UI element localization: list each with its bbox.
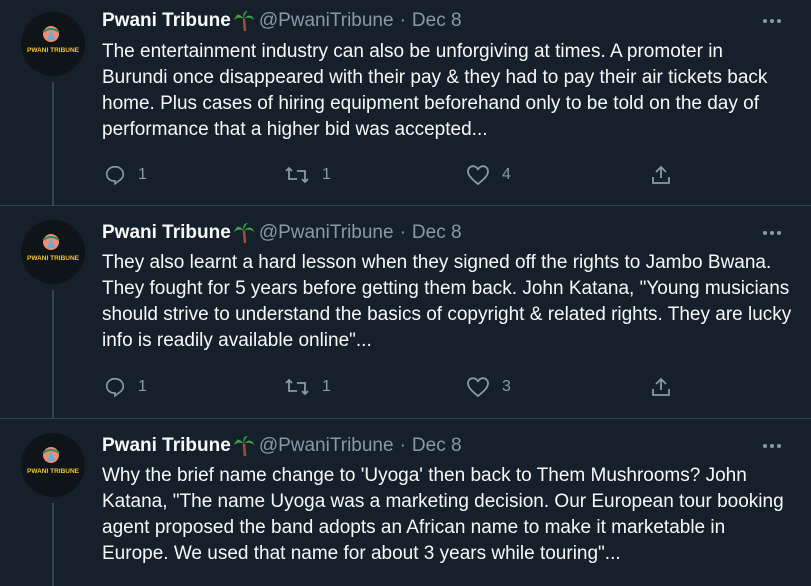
avatar[interactable]: PWANI TRIBUNE [21, 12, 85, 76]
timeline-feed: PWANI TRIBUNE Pwani Tribune @PwaniTribun… [0, 0, 811, 586]
retweet-button[interactable]: 1 [284, 160, 331, 190]
author-name[interactable]: Pwani Tribune [102, 10, 231, 32]
author-handle[interactable]: @PwaniTribune [259, 222, 394, 244]
tweet-actions: 1 1 4 [102, 160, 692, 190]
tweet-header: Pwani Tribune @PwaniTribune · Dec 8 [102, 434, 462, 458]
reply-count: 1 [138, 166, 147, 183]
separator: · [399, 222, 406, 243]
reply-button[interactable]: 1 [104, 372, 147, 402]
more-icon[interactable] [761, 223, 783, 243]
svg-text:PWANI TRIBUNE: PWANI TRIBUNE [27, 255, 80, 262]
author-handle[interactable]: @PwaniTribune [259, 435, 394, 457]
thread-line [52, 290, 54, 419]
like-icon [467, 165, 489, 186]
svg-text:PWANI TRIBUNE: PWANI TRIBUNE [27, 468, 80, 475]
share-icon [652, 165, 670, 184]
more-icon[interactable] [761, 11, 783, 31]
tweet-3[interactable]: PWANI TRIBUNE Pwani Tribune @PwaniTribun… [0, 419, 811, 586]
thread-line [52, 82, 54, 206]
pwani-tribune-logo: PWANI TRIBUNE [21, 12, 85, 76]
reply-count: 1 [138, 378, 147, 395]
retweet-icon [285, 378, 309, 396]
tweet-2[interactable]: PWANI TRIBUNE Pwani Tribune @PwaniTribun… [0, 206, 811, 419]
avatar[interactable]: PWANI TRIBUNE [21, 433, 85, 497]
tweet-date[interactable]: Dec 8 [412, 435, 462, 457]
like-icon [467, 377, 489, 398]
tweet-header: Pwani Tribune @PwaniTribune · Dec 8 [102, 221, 462, 245]
retweet-count: 1 [322, 378, 331, 395]
separator: · [399, 10, 406, 31]
pwani-tribune-logo: PWANI TRIBUNE [21, 433, 85, 497]
reply-icon [105, 377, 125, 398]
palm-tree-icon [233, 10, 255, 32]
like-button[interactable]: 3 [466, 372, 511, 402]
retweet-count: 1 [322, 166, 331, 183]
like-count: 3 [502, 378, 511, 395]
tweet-actions: 1 1 3 [102, 372, 692, 402]
retweet-icon [285, 166, 309, 184]
palm-tree-icon [233, 222, 255, 244]
more-icon[interactable] [761, 436, 783, 456]
tweet-text: The entertainment industry can also be u… [102, 41, 768, 140]
author-handle[interactable]: @PwaniTribune [259, 10, 394, 32]
tweet-text: They also learnt a hard lesson when they… [102, 252, 792, 351]
retweet-button[interactable]: 1 [284, 372, 331, 402]
separator: · [399, 435, 406, 456]
share-icon [652, 377, 670, 396]
palm-tree-icon [233, 435, 255, 457]
thread-line [52, 503, 54, 586]
reply-button[interactable]: 1 [104, 160, 147, 190]
tweet-1[interactable]: PWANI TRIBUNE Pwani Tribune @PwaniTribun… [0, 0, 811, 206]
pwani-tribune-logo: PWANI TRIBUNE [21, 220, 85, 284]
like-count: 4 [502, 166, 511, 183]
share-button[interactable] [650, 160, 672, 190]
tweet-date[interactable]: Dec 8 [412, 222, 462, 244]
avatar[interactable]: PWANI TRIBUNE [21, 220, 85, 284]
reply-icon [105, 165, 125, 186]
author-name[interactable]: Pwani Tribune [102, 435, 231, 457]
author-name[interactable]: Pwani Tribune [102, 222, 231, 244]
like-button[interactable]: 4 [466, 160, 511, 190]
tweet-header: Pwani Tribune @PwaniTribune · Dec 8 [102, 9, 462, 33]
svg-text:PWANI TRIBUNE: PWANI TRIBUNE [27, 47, 80, 54]
tweet-text: Why the brief name change to 'Uyoga' the… [102, 465, 784, 564]
share-button[interactable] [650, 372, 672, 402]
tweet-date[interactable]: Dec 8 [412, 10, 462, 32]
